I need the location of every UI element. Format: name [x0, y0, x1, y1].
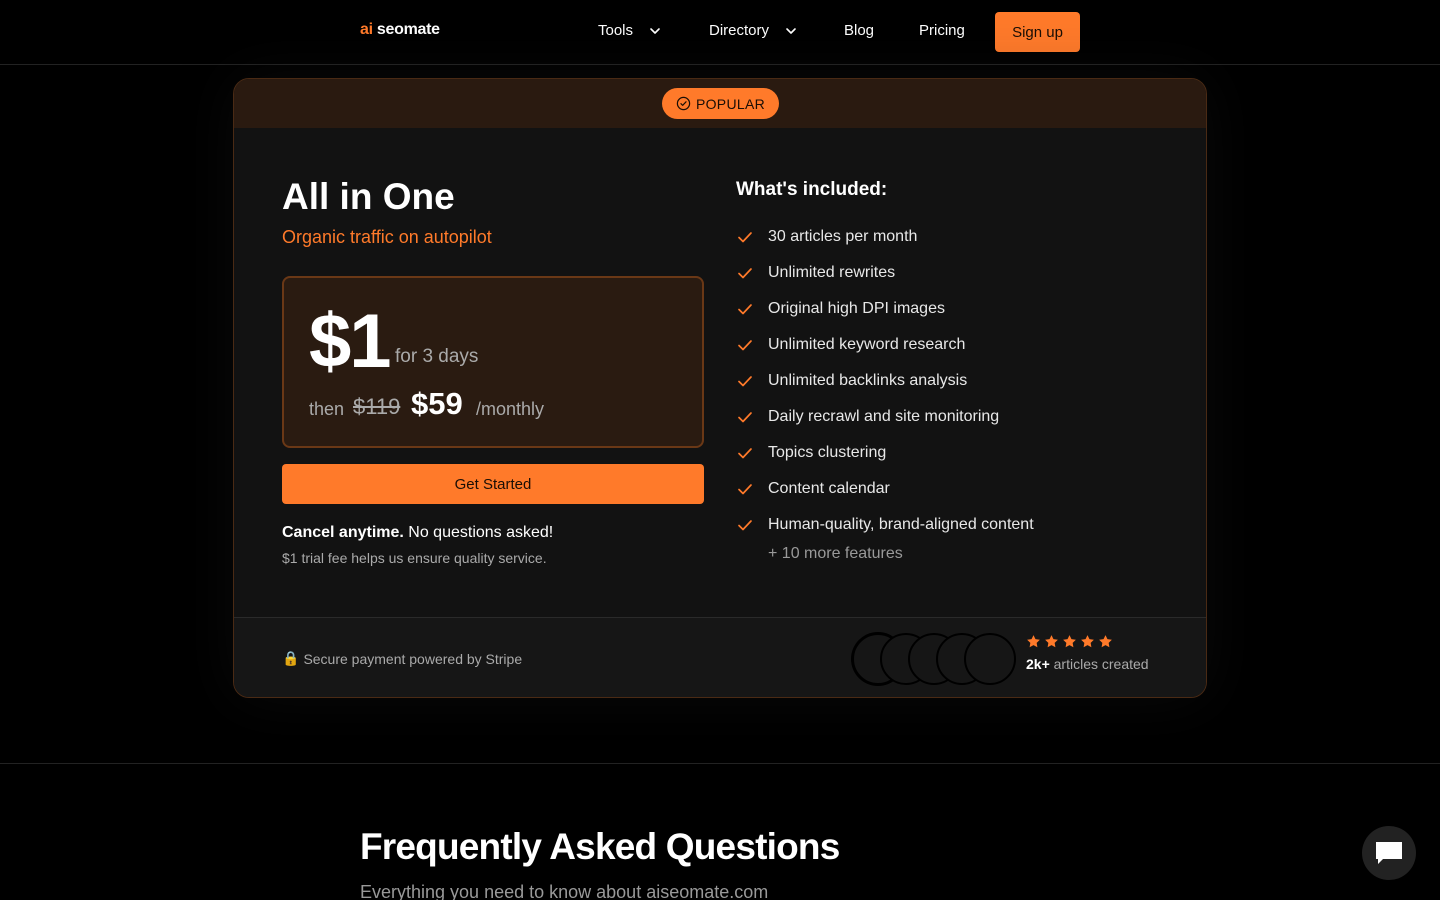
feature-label: Unlimited backlinks analysis [768, 372, 968, 389]
star-rating [1026, 634, 1113, 649]
star-icon [1045, 635, 1058, 648]
feature-label: Content calendar [768, 480, 890, 497]
check-circle-icon [676, 96, 691, 111]
feature-item: Unlimited rewrites [736, 255, 1034, 291]
check-icon [738, 268, 752, 279]
nav-item-label: Blog [844, 22, 875, 39]
cancel-note-rest: No questions asked! [403, 524, 554, 541]
faq-title: Frequently Asked Questions [360, 826, 840, 867]
articles-created: 2k+ articles created [1026, 656, 1149, 672]
feature-item: Topics clustering [736, 435, 1034, 471]
feature-item: Content calendar [736, 471, 1034, 507]
nav-item-pricing[interactable]: Pricing [919, 22, 965, 39]
feature-label: Human-quality, brand-aligned content [768, 516, 1034, 533]
card-footer: 🔒 Secure payment powered by Stripe 2k+ a… [234, 617, 1206, 697]
pricing-card: POPULAR All in One Organic traffic on au… [233, 78, 1207, 698]
secure-payment-note: 🔒 Secure payment powered by Stripe [282, 650, 522, 667]
check-icon [738, 412, 752, 423]
billing-period: /monthly [476, 399, 545, 419]
star-icon [1063, 635, 1076, 648]
check-icon [738, 448, 752, 459]
plan-title: All in One [282, 176, 455, 217]
plan-subtitle: Organic traffic on autopilot [282, 227, 492, 247]
feature-item: Original high DPI images [736, 291, 1034, 327]
signup-button[interactable]: Sign up [995, 12, 1080, 52]
chat-bubble-icon [1376, 842, 1402, 864]
included-title: What's included: [736, 179, 888, 200]
chevron-down-icon [786, 27, 796, 34]
check-icon [738, 340, 752, 351]
check-icon [738, 304, 752, 315]
feature-label: 30 articles per month [768, 228, 918, 245]
nav-item-blog[interactable]: Blog [844, 22, 874, 39]
trial-fee-note: $1 trial fee helps us ensure quality ser… [282, 550, 547, 566]
secure-payment-text: Secure payment powered by Stripe [303, 650, 523, 667]
more-features-link[interactable]: + 10 more features [768, 545, 903, 563]
feature-label: Unlimited rewrites [768, 264, 896, 281]
articles-count: 2k+ [1026, 656, 1050, 672]
get-started-button[interactable]: Get Started [282, 464, 704, 504]
check-icon [738, 376, 752, 387]
faq-subtitle: Everything you need to know about aiseom… [360, 882, 769, 900]
logo[interactable]: ai seomate [360, 21, 440, 39]
trial-period: for 3 days [395, 346, 479, 367]
feature-list: 30 articles per month Unlimited rewrites… [736, 219, 1034, 543]
new-price: $59 [411, 386, 463, 421]
trial-price: $1 [309, 299, 392, 384]
cancel-note: Cancel anytime. No questions asked! [282, 524, 553, 542]
nav-item-label: Pricing [919, 22, 965, 39]
star-icon [1027, 635, 1040, 648]
nav-item-tools[interactable]: Tools [598, 22, 663, 39]
chevron-down-icon [650, 27, 660, 34]
nav-item-label: Directory [709, 22, 770, 39]
then-label: then [309, 399, 345, 419]
feature-item: Unlimited keyword research [736, 327, 1034, 363]
card-header-band: POPULAR [234, 79, 1206, 128]
logo-name: seomate [376, 21, 440, 38]
popular-badge: POPULAR [662, 88, 779, 119]
feature-label: Topics clustering [768, 444, 887, 461]
feature-item: Unlimited backlinks analysis [736, 363, 1034, 399]
feature-item: Daily recrawl and site monitoring [736, 399, 1034, 435]
star-icon [1099, 635, 1112, 648]
feature-label: Daily recrawl and site monitoring [768, 408, 1000, 425]
popular-badge-label: POPULAR [695, 95, 765, 112]
feature-label: Original high DPI images [768, 300, 945, 317]
feature-item: 30 articles per month [736, 219, 1034, 255]
nav-item-directory[interactable]: Directory [709, 22, 799, 39]
top-navbar: ai seomate Tools Directory Blog Pricing … [0, 0, 1440, 65]
nav-item-label: Tools [598, 22, 634, 39]
lock-icon: 🔒 [282, 650, 300, 666]
chat-widget-button[interactable] [1362, 826, 1416, 880]
check-icon [738, 520, 752, 531]
cancel-note-bold: Cancel anytime. [282, 524, 404, 541]
feature-item: Human-quality, brand-aligned content [736, 507, 1034, 543]
old-price: $119 [353, 394, 401, 419]
articles-label: articles created [1049, 656, 1149, 672]
section-divider [0, 763, 1440, 764]
feature-label: Unlimited keyword research [768, 336, 966, 353]
logo-ai: ai [360, 21, 373, 38]
check-icon [738, 484, 752, 495]
price-box: $1 for 3 days then $119 $59 /monthly [282, 276, 704, 448]
star-icon [1081, 635, 1094, 648]
avatar-stack [852, 633, 1022, 685]
avatar [964, 633, 1016, 685]
check-icon [738, 232, 752, 243]
